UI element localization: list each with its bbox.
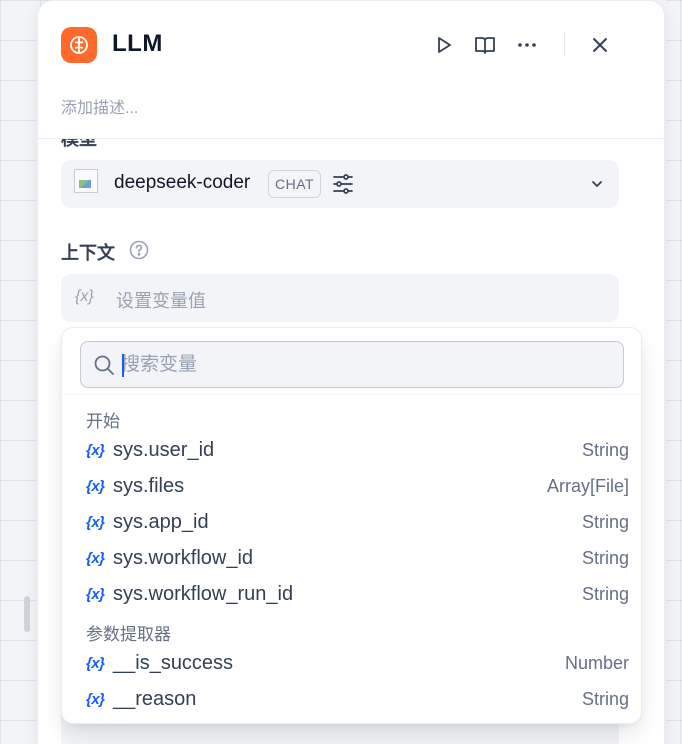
brain-icon: [61, 27, 97, 63]
canvas-resize-handle[interactable]: [24, 596, 30, 632]
variable-picker-dropdown: 开始 {x} sys.user_id String {x} sys.files …: [61, 327, 642, 724]
variable-icon: {x}: [86, 655, 105, 672]
variable-name: sys.files: [113, 475, 185, 497]
variable-icon: {x}: [86, 478, 105, 495]
variable-type: Array[File]: [546, 476, 629, 496]
variable-name: __is_success: [113, 652, 234, 674]
sliders-icon: [333, 174, 353, 194]
variable-item[interactable]: {x} sys.workflow_run_id String: [76, 578, 629, 612]
variable-name: sys.workflow_id: [113, 547, 254, 569]
variable-search-input[interactable]: [121, 351, 601, 379]
close-button[interactable]: [587, 32, 613, 58]
group-title-parameter-extractor: 参数提取器: [86, 625, 171, 644]
variable-item[interactable]: {x} sys.workflow_id String: [76, 542, 629, 576]
chevron-down-icon[interactable]: [589, 176, 605, 192]
variable-name: sys.app_id: [113, 511, 209, 533]
more-icon: [518, 43, 536, 47]
close-icon: [593, 38, 607, 52]
variable-item[interactable]: {x} __reason String: [76, 683, 629, 717]
dropdown-divider: [62, 394, 641, 395]
group-title-start: 开始: [86, 412, 120, 431]
help-doc-button[interactable]: [472, 32, 498, 58]
variable-item[interactable]: {x} sys.files Array[File]: [76, 470, 629, 504]
variable-type: String: [581, 440, 629, 460]
model-selector[interactable]: deepseek-coder CHAT: [61, 160, 619, 208]
context-variable-input[interactable]: {x} 设置变量值: [61, 274, 619, 322]
variable-icon: {x}: [86, 514, 105, 531]
variable-icon: {x}: [86, 691, 105, 708]
variable-icon: {x}: [86, 442, 105, 459]
panel-header: LLM 添加描述...: [38, 1, 664, 139]
context-section-label: 上下文: [61, 243, 115, 263]
model-mode-badge: CHAT: [268, 170, 322, 198]
variable-item[interactable]: {x} sys.user_id String: [76, 434, 629, 468]
variable-type: String: [581, 548, 629, 568]
book-icon: [475, 37, 495, 54]
variable-icon: {x}: [86, 586, 105, 603]
variable-type: String: [581, 584, 629, 604]
variable-search-box[interactable]: [80, 341, 624, 388]
run-button[interactable]: [431, 32, 457, 58]
context-variable-placeholder: 设置变量值: [116, 291, 206, 311]
variable-item[interactable]: {x} sys.app_id String: [76, 506, 629, 540]
more-button[interactable]: [514, 32, 540, 58]
question-circle-icon[interactable]: [129, 240, 149, 260]
text-cursor: [122, 354, 124, 377]
variable-name: sys.workflow_run_id: [113, 583, 294, 605]
model-name: deepseek-coder: [114, 172, 251, 193]
model-logo-icon: [74, 169, 98, 193]
variable-icon: {x}: [75, 288, 94, 305]
description-input[interactable]: 添加描述...: [61, 94, 138, 118]
header-separator: [564, 32, 565, 56]
model-params-button[interactable]: [331, 172, 355, 196]
variable-icon: {x}: [86, 550, 105, 567]
variable-type: String: [581, 512, 629, 532]
node-title[interactable]: LLM: [112, 30, 163, 58]
variable-name: __reason: [113, 688, 197, 710]
variable-item[interactable]: {x} __is_success Number: [76, 647, 629, 681]
variable-type: String: [581, 689, 629, 709]
search-icon: [94, 355, 114, 375]
variable-name: sys.user_id: [113, 439, 215, 461]
variable-type: Number: [564, 653, 629, 673]
play-icon: [438, 37, 451, 53]
